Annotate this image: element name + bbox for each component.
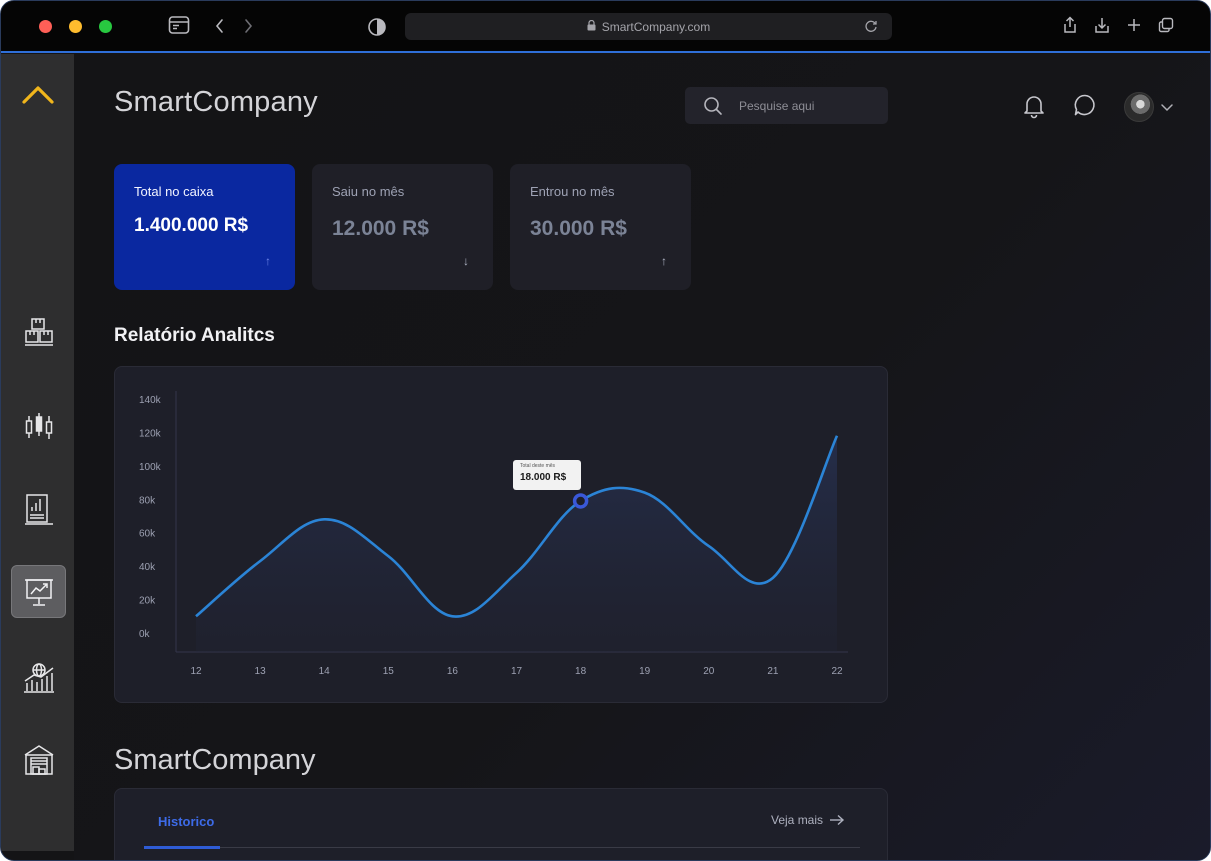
sidebar-item-analytics[interactable] (11, 565, 66, 618)
x-tick-label: 15 (383, 666, 395, 677)
tooltip-value: 18.000 R$ (520, 472, 567, 483)
see-more-label: Veja mais (771, 813, 824, 827)
stat-card-month-out[interactable]: Saiu no mês 12.000 R$ ↓ (312, 164, 493, 290)
browser-window: SmartCompany.com SmartCompany Pesquise a… (0, 0, 1211, 861)
x-tick-label: 20 (703, 666, 715, 677)
tooltip-title: Total deste mês (520, 463, 556, 469)
stat-label: Total no caixa (134, 184, 214, 199)
collapse-sidebar-button[interactable] (18, 80, 58, 110)
search-box[interactable] (685, 87, 888, 124)
stat-value: 30.000 R$ (530, 217, 627, 240)
y-tick-label: 60k (139, 529, 156, 540)
stat-value: 1.400.000 R$ (134, 215, 249, 236)
sidebar-item-warehouse[interactable] (11, 733, 66, 786)
x-tick-label: 18 (575, 666, 587, 677)
browser-toolbar: SmartCompany.com (1, 1, 1210, 53)
report-chart-icon (24, 493, 53, 525)
chat-icon[interactable] (1073, 93, 1097, 122)
address-bar[interactable]: SmartCompany.com (405, 13, 892, 40)
y-tick-label: 0k (139, 629, 151, 640)
analytics-title: Relatório Analitcs (114, 325, 275, 346)
arrow-up-icon: ↑ (265, 254, 271, 268)
sidebar-item-trading[interactable] (11, 399, 66, 452)
chevron-down-icon[interactable] (1160, 100, 1174, 118)
x-tick-label: 14 (319, 666, 331, 677)
candlestick-chart-icon (25, 412, 52, 439)
analytics-chart-card: 0k 20k 40k 60k 80k 100k 120k 140k 12 13 14 15 16 17 18… (114, 366, 888, 703)
chevron-up-icon (22, 86, 54, 104)
lock-icon (587, 19, 596, 34)
sidebar-item-global-market[interactable] (11, 651, 66, 704)
sidebar-toggle-icon[interactable] (168, 15, 190, 40)
bell-icon[interactable] (1022, 93, 1046, 124)
arrow-up-icon: ↑ (661, 254, 667, 268)
y-tick-label: 140k (139, 395, 162, 406)
tab-history[interactable]: Historico (158, 814, 214, 829)
search-input[interactable] (739, 87, 879, 124)
y-tick-label: 40k (139, 562, 156, 573)
tabs-overview-icon[interactable] (1158, 17, 1174, 38)
x-tick-label: 19 (639, 666, 651, 677)
x-tick-label: 17 (511, 666, 523, 677)
brand-title: SmartCompany (114, 86, 318, 118)
close-window-button[interactable] (39, 20, 52, 33)
stat-card-total-cash[interactable]: Total no caixa 1.400.000 R$ ↑ (114, 164, 295, 290)
address-url: SmartCompany.com (601, 19, 711, 34)
x-tick-label: 12 (190, 666, 202, 677)
download-icon[interactable] (1094, 16, 1110, 39)
warehouse-icon (24, 744, 53, 775)
highlight-point[interactable] (572, 493, 589, 509)
main-content: SmartCompany Total no caixa 1.400.000 R$… (74, 54, 1210, 860)
see-more-link[interactable]: Veja mais (771, 813, 845, 827)
globe-growth-icon (23, 662, 54, 693)
y-tick-label: 80k (139, 495, 156, 506)
chart-tooltip: Total deste mês 18.000 R$ (513, 460, 581, 490)
presentation-chart-icon (24, 578, 53, 606)
tab-divider (144, 847, 860, 848)
sidebar (1, 54, 74, 851)
x-tick-label: 22 (831, 666, 843, 677)
new-tab-icon[interactable] (1127, 18, 1141, 37)
y-tick-label: 120k (139, 428, 162, 439)
history-card: Historico Veja mais (114, 788, 888, 860)
search-icon (703, 96, 723, 121)
minimize-window-button[interactable] (69, 20, 82, 33)
avatar[interactable] (1124, 92, 1154, 122)
y-tick-label: 20k (139, 596, 156, 607)
theme-toggle-icon[interactable] (367, 17, 387, 42)
stat-card-month-in[interactable]: Entrou no mês 30.000 R$ ↑ (510, 164, 691, 290)
active-tab-indicator (144, 846, 220, 849)
analytics-chart: 0k 20k 40k 60k 80k 100k 120k 140k 12 13 14 15 16 17 18… (139, 391, 848, 677)
forward-icon[interactable] (242, 18, 254, 39)
x-tick-label: 13 (255, 666, 267, 677)
sidebar-item-reports[interactable] (11, 483, 66, 536)
boxes-icon (24, 317, 53, 346)
maximize-window-button[interactable] (99, 20, 112, 33)
stat-value: 12.000 R$ (332, 217, 429, 240)
x-tick-label: 16 (447, 666, 459, 677)
stat-label: Entrou no mês (530, 184, 615, 199)
arrow-down-icon: ↓ (463, 254, 469, 268)
share-icon[interactable] (1062, 16, 1078, 39)
section-brand-title: SmartCompany (114, 744, 316, 776)
reload-icon[interactable] (864, 19, 878, 36)
back-icon[interactable] (214, 18, 226, 39)
x-tick-label: 21 (767, 666, 779, 677)
sidebar-item-inventory[interactable] (11, 305, 66, 358)
arrow-right-icon (830, 814, 845, 826)
stat-label: Saiu no mês (332, 184, 405, 199)
y-tick-label: 100k (139, 462, 162, 473)
